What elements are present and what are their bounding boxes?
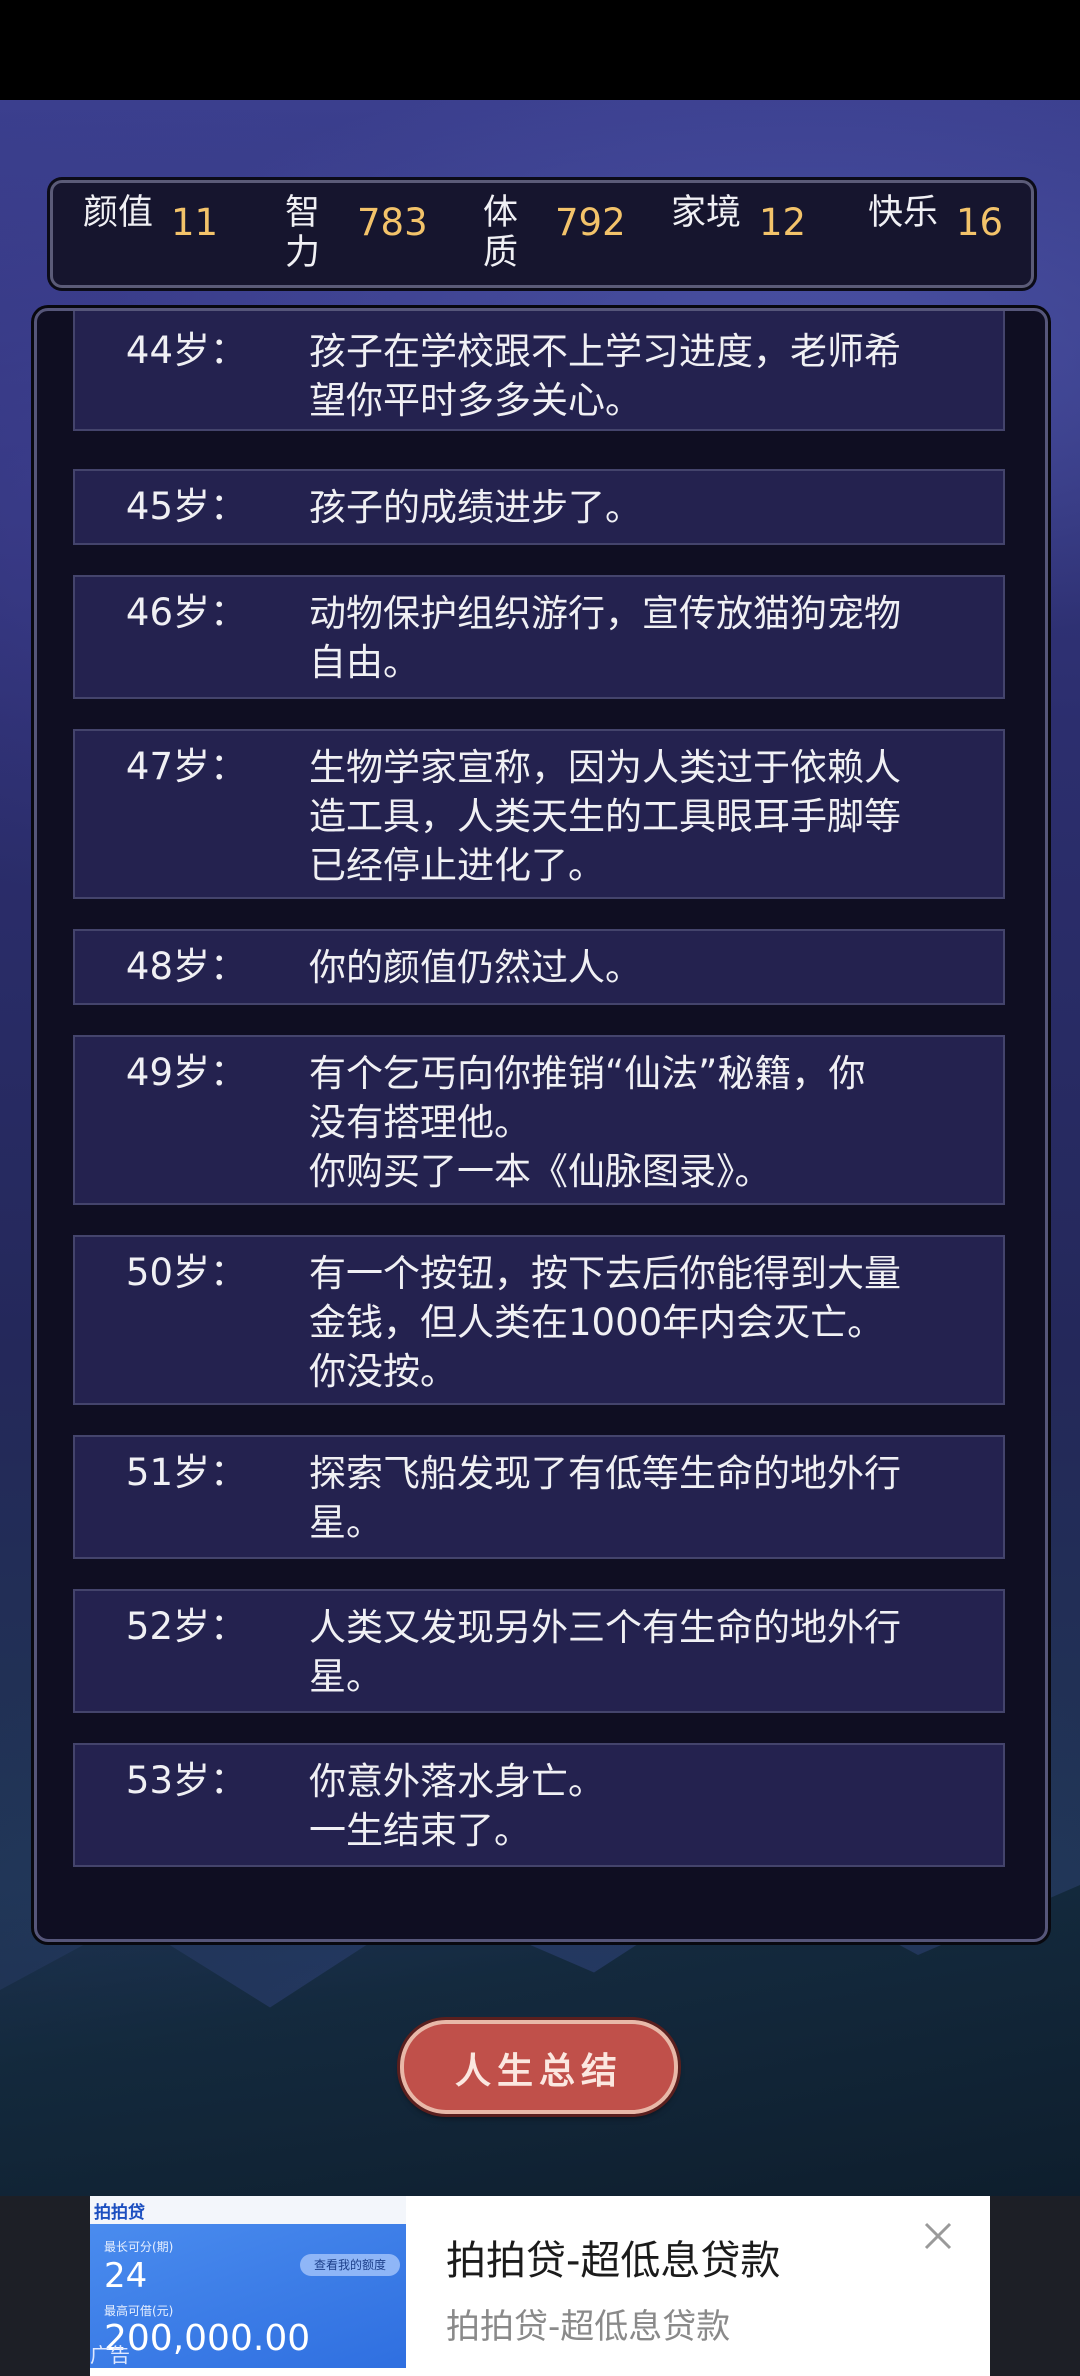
event-row: 44岁： 孩子在学校跟不上学习进度，老师希 望你平时多多关心。	[73, 311, 1005, 431]
event-age: 52岁：	[125, 1605, 247, 1648]
ad-amount-value: 200,000.00	[104, 2318, 311, 2359]
status-bar	[0, 0, 1080, 100]
event-age: 44岁：	[125, 329, 247, 372]
event-row: 47岁： 生物学家宣称，因为人类过于依赖人 造工具，人类天生的工具眼耳手脚等 已…	[73, 729, 1005, 899]
event-row: 45岁： 孩子的成绩进步了。	[73, 469, 1005, 545]
stat-appearance: 颜值 11	[83, 193, 218, 243]
stat-label: 智力	[285, 193, 321, 273]
stat-value: 16	[956, 201, 1004, 244]
attribute-bar: 颜值 11 智力 783 体质 792 家境 12 快乐 16	[50, 180, 1034, 288]
stat-label: 家境	[671, 193, 742, 233]
event-row: 52岁： 人类又发现另外三个有生命的地外行 星。	[73, 1589, 1005, 1713]
stat-value: 11	[171, 201, 219, 244]
event-row: 50岁： 有一个按钮，按下去后你能得到大量 金钱，但人类在1000年内会灭亡。 …	[73, 1235, 1005, 1405]
close-icon[interactable]	[920, 2218, 956, 2254]
event-text: 探索飞船发现了有低等生命的地外行 星。	[309, 1452, 901, 1544]
event-age: 47岁：	[125, 745, 247, 788]
event-text: 孩子在学校跟不上学习进度，老师希 望你平时多多关心。	[309, 330, 901, 422]
stat-value: 783	[357, 201, 428, 244]
stat-label: 快乐	[868, 193, 939, 233]
ad-period-value: 24	[104, 2256, 148, 2296]
ad-period-label: 最长可分(期)	[104, 2240, 174, 2254]
event-row: 48岁： 你的颜值仍然过人。	[73, 929, 1005, 1005]
event-row: 46岁： 动物保护组织游行，宣传放猫狗宠物 自由。	[73, 575, 1005, 699]
event-text: 生物学家宣称，因为人类过于依赖人 造工具，人类天生的工具眼耳手脚等 已经停止进化…	[309, 746, 901, 887]
ad-banner[interactable]: 拍拍贷 最长可分(期) 24 查看我的额度 最高可借(元) 200,000.00…	[0, 2196, 1080, 2376]
event-text: 有个乞丐向你推销“仙法”秘籍，你 没有搭理他。 你购买了一本《仙脉图录》。	[309, 1052, 866, 1193]
event-row: 51岁： 探索飞船发现了有低等生命的地外行 星。	[73, 1435, 1005, 1559]
event-age: 53岁：	[125, 1759, 247, 1802]
event-text: 动物保护组织游行，宣传放猫狗宠物 自由。	[309, 592, 901, 684]
event-age: 45岁：	[125, 485, 247, 528]
event-age: 49岁：	[125, 1051, 247, 1094]
stat-value: 12	[759, 201, 807, 244]
event-text: 你意外落水身亡。 一生结束了。	[309, 1760, 605, 1852]
stat-happiness: 快乐 16	[868, 193, 1003, 243]
ad-quota-pill: 查看我的额度	[300, 2254, 400, 2276]
event-age: 50岁：	[125, 1251, 247, 1294]
ad-subtitle: 拍拍贷-超低息贷款	[446, 2307, 731, 2347]
event-row: 53岁： 你意外落水身亡。 一生结束了。	[73, 1743, 1005, 1867]
stat-value: 792	[555, 201, 626, 244]
stat-constitution: 体质 792	[483, 193, 626, 273]
ad-corner-label: 广告	[90, 2343, 130, 2367]
event-age: 48岁：	[125, 945, 247, 988]
event-text: 孩子的成绩进步了。	[309, 486, 642, 529]
event-text: 你的颜值仍然过人。	[309, 946, 642, 989]
life-event-log[interactable]: 44岁： 孩子在学校跟不上学习进度，老师希 望你平时多多关心。 45岁： 孩子的…	[34, 308, 1048, 1942]
ad-title[interactable]: 拍拍贷-超低息贷款	[446, 2228, 780, 2286]
ad-card[interactable]: 拍拍贷 最长可分(期) 24 查看我的额度 最高可借(元) 200,000.00…	[90, 2196, 990, 2376]
stat-label: 颜值	[83, 193, 154, 233]
life-summary-button[interactable]: 人生总结	[400, 2020, 678, 2114]
event-age: 51岁：	[125, 1451, 247, 1494]
event-row: 49岁： 有个乞丐向你推销“仙法”秘籍，你 没有搭理他。 你购买了一本《仙脉图录…	[73, 1035, 1005, 1205]
ad-amount-label: 最高可借(元)	[104, 2304, 174, 2318]
stat-label: 体质	[483, 193, 519, 273]
event-age: 46岁：	[125, 591, 247, 634]
event-text: 人类又发现另外三个有生命的地外行 星。	[309, 1606, 901, 1698]
stat-family: 家境 12	[671, 193, 806, 243]
ad-logo: 拍拍贷	[94, 2203, 145, 2223]
stat-intelligence: 智力 783	[285, 193, 428, 273]
ad-image[interactable]: 拍拍贷 最长可分(期) 24 查看我的额度 最高可借(元) 200,000.00…	[90, 2196, 406, 2368]
event-text: 有一个按钮，按下去后你能得到大量 金钱，但人类在1000年内会灭亡。 你没按。	[309, 1252, 901, 1393]
